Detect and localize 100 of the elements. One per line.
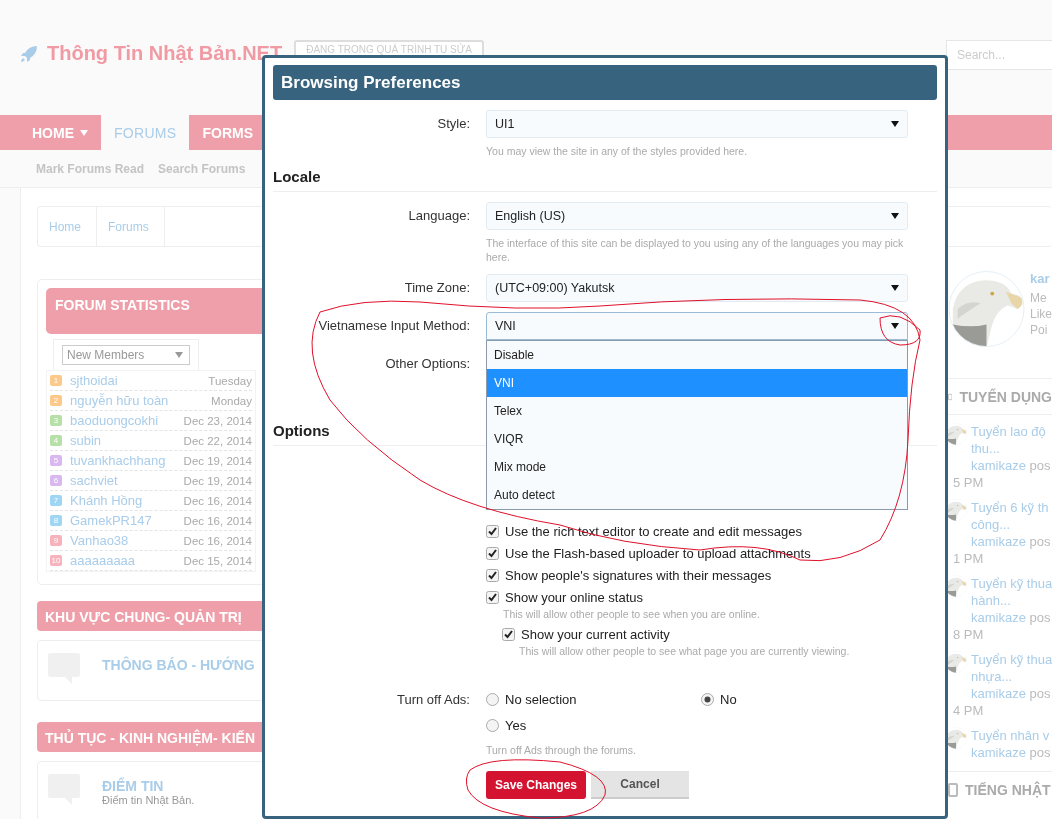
nav-tab[interactable]: FORUMS <box>101 115 190 150</box>
checkbox[interactable] <box>486 569 499 582</box>
member-stat: Like <box>1030 306 1052 322</box>
section-title: TUYỂN DỤNG <box>959 388 1052 405</box>
join-date: Monday <box>211 394 252 407</box>
rank-badge: 6 <box>50 475 62 486</box>
author-link[interactable]: kamikaze <box>971 534 1026 549</box>
member-link[interactable]: nguyễn hữu toàn <box>70 393 169 408</box>
caret-icon <box>891 213 899 219</box>
thread-link[interactable]: Tuyển lao độ thu... <box>971 423 1052 457</box>
radio-label[interactable]: No <box>720 692 737 707</box>
section-heading: Locale <box>273 164 937 192</box>
select-field[interactable]: English (US) <box>486 202 908 230</box>
caret-icon <box>891 323 899 329</box>
member-link[interactable]: baoduongcokhi <box>70 413 159 428</box>
post-action: pos <box>1029 610 1051 625</box>
radio-label[interactable]: No selection <box>505 692 577 707</box>
checkbox[interactable] <box>486 547 499 560</box>
thread-link[interactable]: Tuyển 6 kỹ th công... <box>971 499 1052 533</box>
nav-tab[interactable]: FORMS <box>189 115 267 150</box>
rank-badge: 4 <box>50 435 62 446</box>
post-action: pos <box>1029 534 1051 549</box>
select-field[interactable]: (UTC+09:00) Yakutsk <box>486 274 908 302</box>
option-hint: This will allow other people to see when you are online. <box>503 608 761 620</box>
breadcrumb-link[interactable]: Forums <box>97 207 165 246</box>
join-date: Dec 15, 2014 <box>183 554 252 567</box>
author-link[interactable]: kamikaze <box>971 686 1026 701</box>
caret-icon <box>175 352 183 358</box>
member-link[interactable]: tuvankhachhang <box>70 453 166 468</box>
checkbox-label[interactable]: Show people's signatures with their messages <box>505 568 772 583</box>
forum-link[interactable]: ĐIỂM TIN <box>102 778 195 794</box>
dropdown-option[interactable]: Disable <box>487 341 907 369</box>
filter-select[interactable]: New Members <box>62 345 190 365</box>
thread-link[interactable]: Tuyển kỹ thua hành... <box>971 575 1052 609</box>
thread-link[interactable]: Tuyển kỹ thua nhựa... <box>971 651 1052 685</box>
post-action: pos <box>1029 745 1051 760</box>
member-stat: Poi <box>1030 322 1049 338</box>
rank-badge: 10 <box>50 555 62 566</box>
member-link[interactable]: Khánh Hồng <box>70 493 143 508</box>
dropdown-option[interactable]: VNI <box>487 369 907 397</box>
checkbox[interactable] <box>486 525 499 538</box>
rank-badge: 1 <box>50 375 62 386</box>
checkbox[interactable] <box>502 628 515 641</box>
save-button[interactable]: Save Changes <box>486 771 587 799</box>
member-link[interactable]: subin <box>70 433 102 448</box>
rank-badge: 9 <box>50 535 62 546</box>
section-title: TIẾNG NHẬT <box>965 781 1051 798</box>
join-date: Dec 22, 2014 <box>183 434 252 447</box>
post-time: 8 PM <box>952 626 985 643</box>
dropdown-option[interactable]: Auto detect <box>487 481 907 509</box>
field-label: Vietnamese Input Method: <box>317 317 470 335</box>
member-name[interactable]: kar <box>1030 271 1052 286</box>
member-link[interactable]: sjthoidai <box>70 373 118 388</box>
caret-icon <box>891 285 899 291</box>
forum-link[interactable]: THÔNG BÁO - HƯỚNG <box>102 657 255 673</box>
member-link[interactable]: aaaaaaaaa <box>70 553 136 568</box>
author-link[interactable]: kamikaze <box>971 458 1026 473</box>
dropdown-option[interactable]: Telex <box>487 397 907 425</box>
rank-badge: 3 <box>50 415 62 426</box>
post-action: pos <box>1029 458 1051 473</box>
join-date: Tuesday <box>208 374 252 387</box>
field-label: Time Zone: <box>403 279 470 297</box>
field-label: Style: <box>436 115 470 133</box>
field-hint: The interface of this site can be displayed to you using any of the languages you may pick here. <box>486 236 905 264</box>
member-stat: Me <box>1030 290 1048 306</box>
radio-button[interactable] <box>486 693 499 706</box>
dropdown-option[interactable]: VIQR <box>487 425 907 453</box>
dropdown-option[interactable]: Mix mode <box>487 453 907 481</box>
caret-icon <box>891 121 899 127</box>
member-link[interactable]: GamekPR147 <box>70 513 152 528</box>
field-hint: You may view the site in any of the styles provided here. <box>486 144 749 158</box>
field-label: Turn off Ads: <box>396 691 470 709</box>
breadcrumb-link[interactable]: Home <box>38 207 97 246</box>
section-icon <box>948 782 958 797</box>
post-time: 5 PM <box>952 474 985 491</box>
rank-badge: 5 <box>50 455 62 466</box>
select-field[interactable]: UI1 <box>486 110 908 138</box>
join-date: Dec 19, 2014 <box>183 474 252 487</box>
rank-badge: 8 <box>50 515 62 526</box>
member-link[interactable]: Vanhao38 <box>70 533 129 548</box>
join-date: Dec 19, 2014 <box>183 454 252 467</box>
field-label: Other Options: <box>384 355 470 373</box>
author-link[interactable]: kamikaze <box>971 610 1026 625</box>
post-time: 4 PM <box>952 702 985 719</box>
join-date: Dec 16, 2014 <box>183 494 252 507</box>
join-date: Dec 23, 2014 <box>183 414 252 427</box>
member-link[interactable]: sachviet <box>70 473 118 488</box>
dialog-title-bar: Browsing Preferences <box>273 65 937 100</box>
nav-tab[interactable]: HOME <box>19 115 101 150</box>
post-action: pos <box>1029 686 1051 701</box>
checkbox[interactable] <box>486 591 499 604</box>
author-link[interactable]: kamikaze <box>971 745 1026 760</box>
field-label: Language: <box>407 207 470 225</box>
radio-button[interactable] <box>701 693 714 706</box>
rocket-icon <box>20 44 38 63</box>
radio-button[interactable] <box>486 719 499 732</box>
thread-link[interactable]: Tuyển nhân v <box>971 727 1052 744</box>
cancel-button[interactable]: Cancel <box>591 771 690 799</box>
post-time: 1 PM <box>952 550 985 567</box>
forum-description: Điểm tin Nhật Bản. <box>102 794 195 806</box>
